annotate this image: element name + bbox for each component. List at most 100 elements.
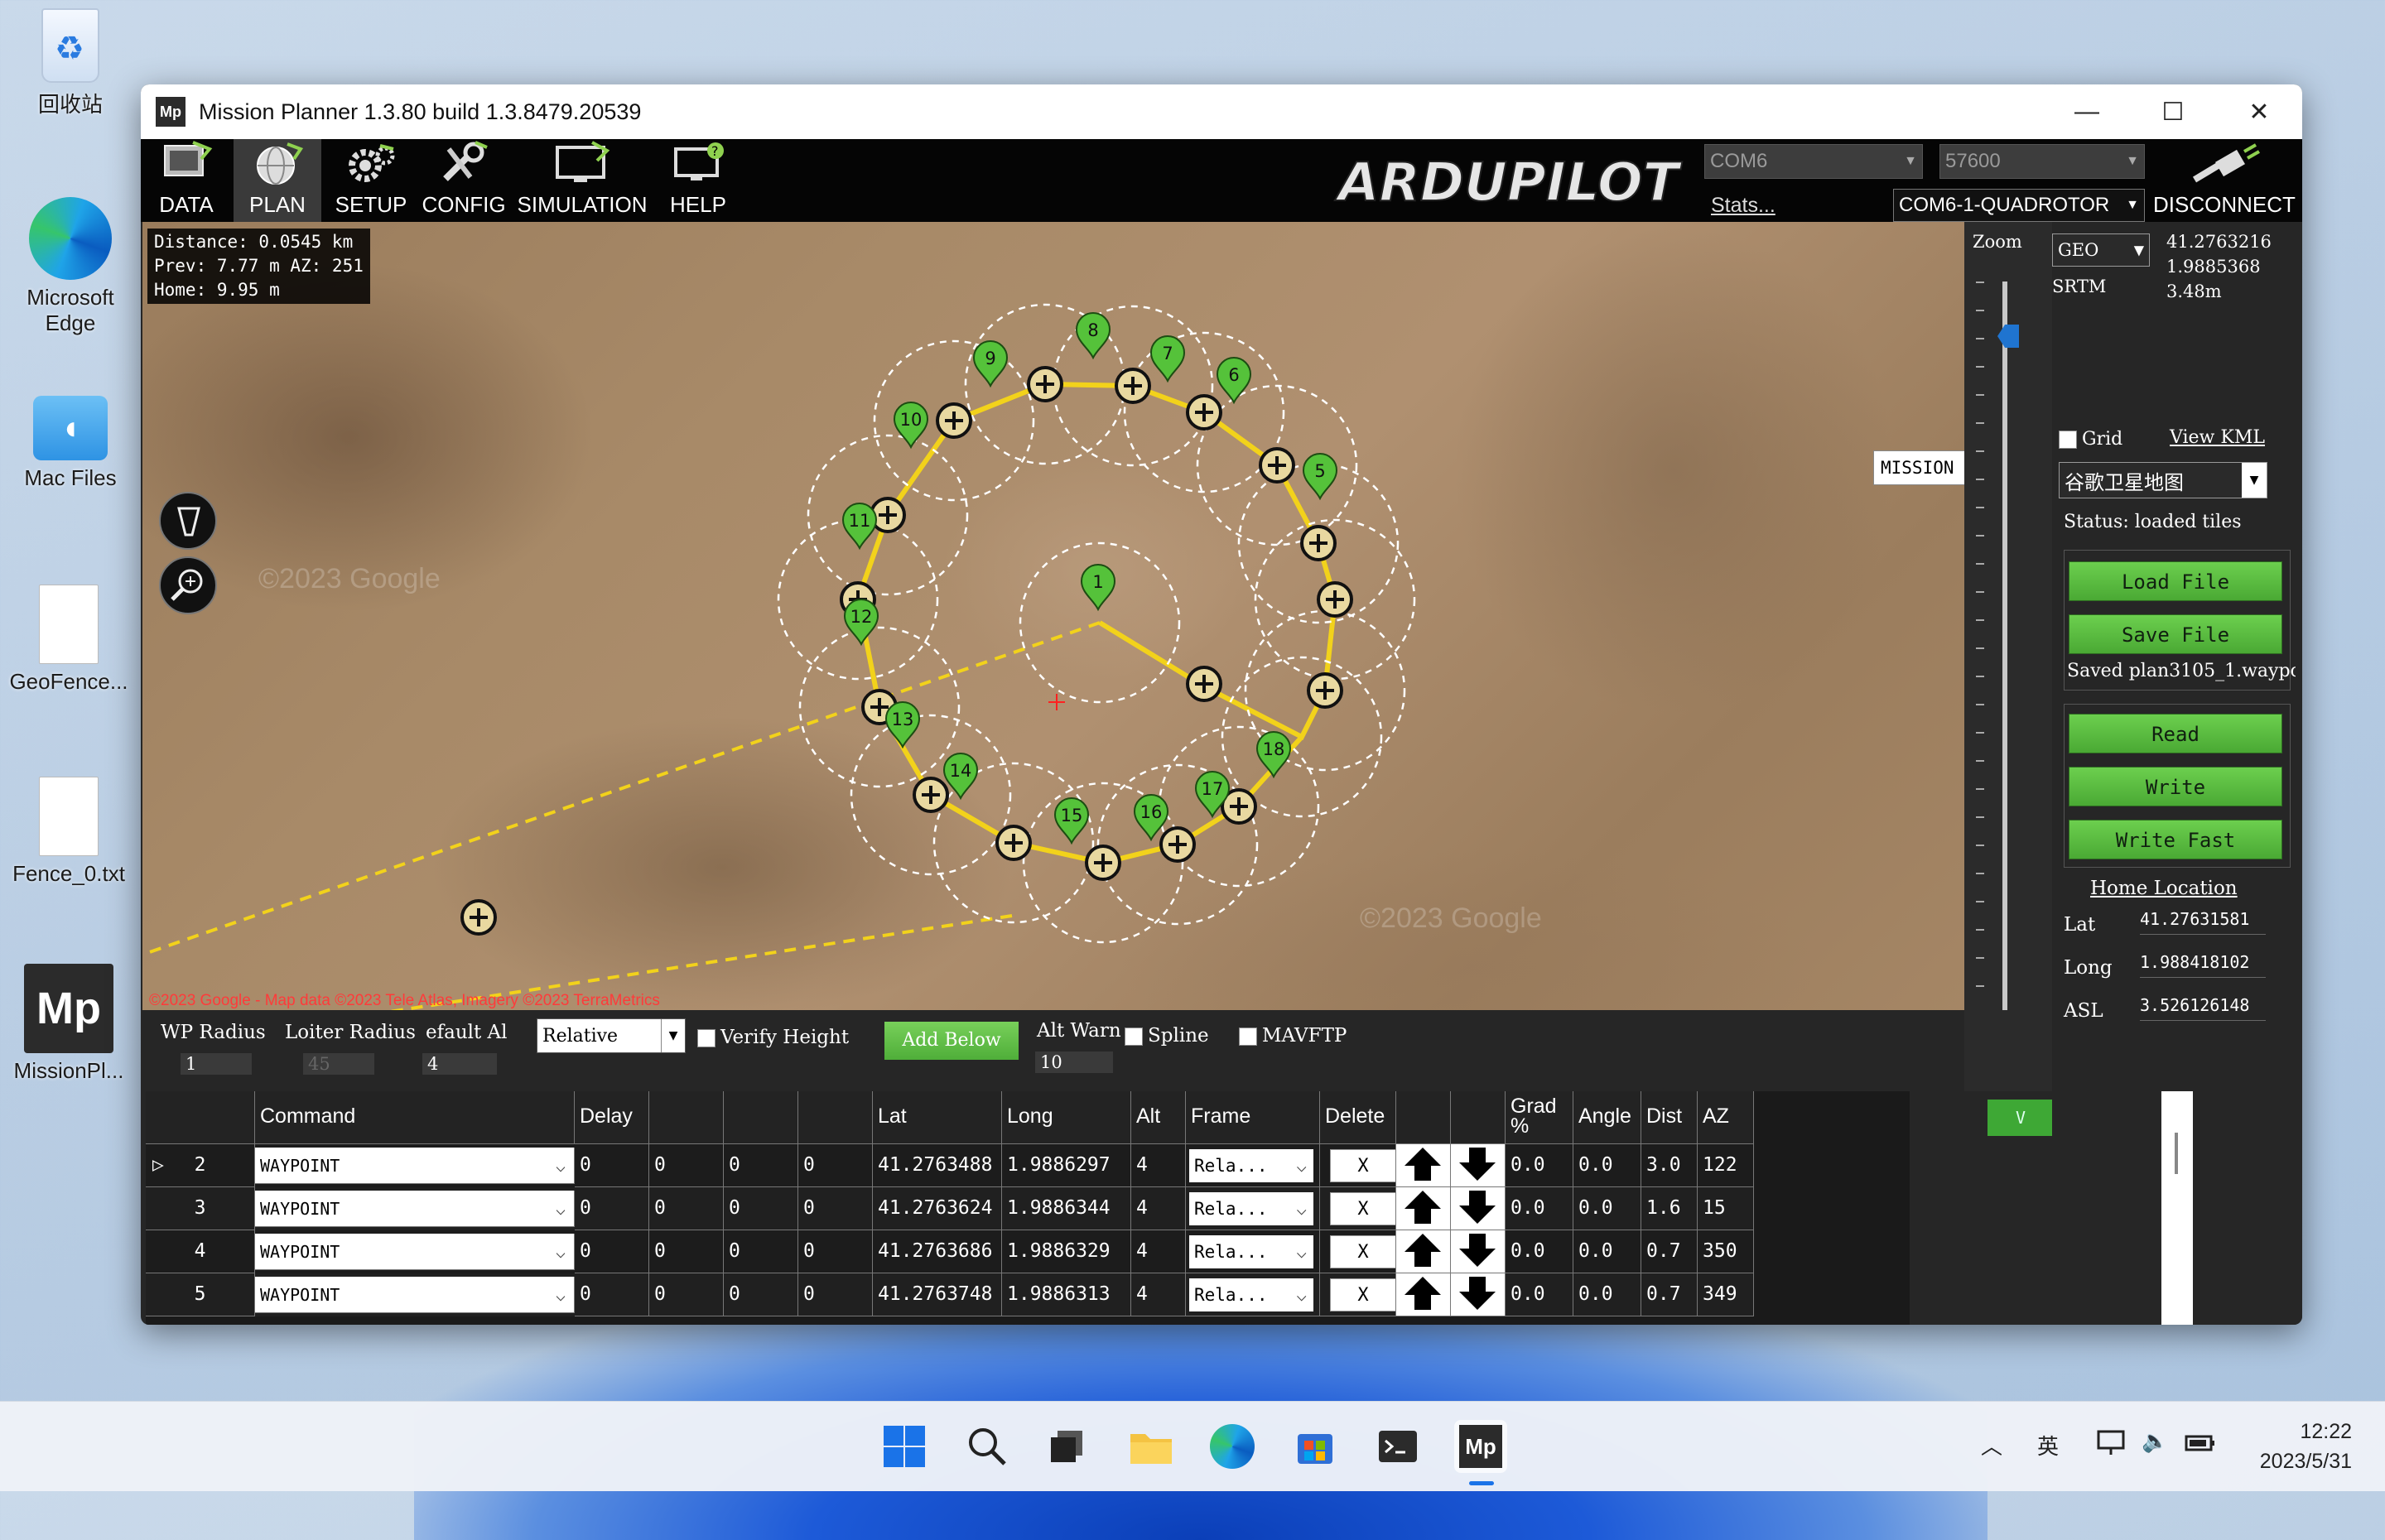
load-file-button[interactable]: Load File — [2069, 561, 2282, 601]
grid-checkbox[interactable]: Grid — [2059, 429, 2122, 450]
map-type-select[interactable]: 谷歌卫星地图 ▼ — [2059, 462, 2267, 498]
menu-simulation[interactable]: SIMULATION — [513, 139, 651, 222]
desktop-icon-mac-files[interactable]: ◖ Mac Files — [8, 396, 132, 491]
column-header[interactable] — [1396, 1091, 1451, 1144]
alt-warn-input[interactable]: 10 — [1035, 1052, 1113, 1073]
mission-type-select[interactable]: MISSION ▼ — [1873, 450, 1964, 485]
tray-overflow-chevron[interactable]: ︿ — [1981, 1430, 2002, 1461]
frame-select[interactable]: Rela... ⌵ — [1186, 1187, 1320, 1230]
close-button[interactable]: ✕ — [2216, 84, 2302, 139]
desktop-icon-geofence[interactable]: GeoFence... — [7, 585, 131, 695]
table-cell-lat[interactable]: 41.2763748 — [873, 1273, 1002, 1316]
port-select[interactable]: COM6 ▼ — [1704, 144, 1923, 179]
delete-cell[interactable]: X — [1320, 1273, 1396, 1316]
table-cell-p2[interactable]: 0 — [649, 1144, 724, 1187]
row-header[interactable]: 5 — [146, 1273, 255, 1316]
table-cell-p2[interactable]: 0 — [649, 1230, 724, 1273]
wp-markers[interactable] — [460, 366, 1353, 936]
stats-link[interactable]: Stats... — [1711, 194, 1776, 218]
system-clock[interactable]: 12:22 2023/5/31 — [2260, 1417, 2352, 1476]
table-cell-p4[interactable]: 0 — [798, 1273, 873, 1316]
table-cell-lng[interactable]: 1.9886313 — [1002, 1273, 1131, 1316]
table-cell-p4[interactable]: 0 — [798, 1230, 873, 1273]
table-cell-p1[interactable]: 0 — [575, 1273, 649, 1316]
table-cell-p3[interactable]: 0 — [724, 1273, 798, 1316]
table-cell-p1[interactable]: 0 — [575, 1230, 649, 1273]
column-header[interactable] — [649, 1091, 724, 1144]
table-cell-lng[interactable]: 1.9886329 — [1002, 1230, 1131, 1273]
command-select[interactable]: WAYPOINT ⌵ — [255, 1148, 575, 1184]
table-cell-p1[interactable]: 0 — [575, 1144, 649, 1187]
column-header[interactable]: AZ — [1698, 1091, 1754, 1144]
mission-overlay[interactable]: 1 5 6 7 8 9 10 11 12 13 14 15 16 17 18 ©… — [142, 222, 1964, 1010]
move-up-button[interactable] — [1396, 1273, 1451, 1316]
move-down-button[interactable] — [1451, 1144, 1506, 1187]
waypoint-pins[interactable]: 1 5 6 7 8 9 10 11 12 13 14 15 16 17 18 — [841, 312, 1338, 845]
table-cell-alt[interactable]: 4 — [1131, 1230, 1186, 1273]
table-cell-p3[interactable]: 0 — [724, 1187, 798, 1230]
command-select[interactable]: WAYPOINT ⌵ — [255, 1191, 575, 1227]
table-cell-p4[interactable]: 0 — [798, 1144, 873, 1187]
frame-select[interactable]: Rela... ⌵ — [1186, 1144, 1320, 1187]
desktop-icon-recycle-bin[interactable]: ♻ 回收站 — [8, 8, 132, 118]
column-header[interactable] — [724, 1091, 798, 1144]
table-cell-p2[interactable]: 0 — [649, 1273, 724, 1316]
table-scrollbar[interactable] — [2161, 1091, 2193, 1325]
table-cell-alt[interactable]: 4 — [1131, 1187, 1186, 1230]
volume-icon[interactable]: 🔈 — [2142, 1428, 2168, 1454]
menu-config[interactable]: CONFIG — [419, 139, 508, 222]
zoom-slider-thumb[interactable] — [1997, 325, 2019, 348]
explorer-button[interactable] — [1125, 1420, 1178, 1473]
mission-map[interactable]: 1 5 6 7 8 9 10 11 12 13 14 15 16 17 18 ©… — [142, 222, 1964, 1010]
column-header[interactable]: Frame — [1186, 1091, 1320, 1144]
table-cell-alt[interactable]: 4 — [1131, 1273, 1186, 1316]
table-cell-alt[interactable]: 4 — [1131, 1144, 1186, 1187]
command-select[interactable]: WAYPOINT ⌵ — [255, 1277, 575, 1313]
coord-type-select[interactable]: GEO ▼ — [2052, 233, 2150, 267]
column-header[interactable] — [146, 1091, 255, 1144]
disconnect-button[interactable]: DISCONNECT — [2153, 139, 2296, 218]
row-header[interactable]: ▷ 2 — [146, 1144, 255, 1187]
column-header[interactable] — [1451, 1091, 1506, 1144]
delete-button[interactable]: X — [1330, 1278, 1395, 1311]
column-header[interactable]: Long — [1002, 1091, 1131, 1144]
move-down-button[interactable] — [1451, 1230, 1506, 1273]
store-button[interactable] — [1289, 1420, 1342, 1473]
maximize-button[interactable]: ☐ — [2130, 84, 2216, 139]
delete-button[interactable]: X — [1330, 1192, 1395, 1225]
delete-cell[interactable]: X — [1320, 1187, 1396, 1230]
table-cell-lng[interactable]: 1.9886344 — [1002, 1187, 1131, 1230]
column-header[interactable]: Alt — [1131, 1091, 1186, 1144]
table-cell-p2[interactable]: 0 — [649, 1187, 724, 1230]
frame-select[interactable]: Rela... ⌵ — [1186, 1273, 1320, 1316]
home-location-link[interactable]: Home Location — [2090, 878, 2238, 899]
table-cell-p3[interactable]: 0 — [724, 1230, 798, 1273]
table-cell-lng[interactable]: 1.9886297 — [1002, 1144, 1131, 1187]
menu-data[interactable]: DATA — [141, 139, 232, 222]
table-row[interactable]: 4 WAYPOINT ⌵ 0 0 0 0 41.2763686 1.9886329 4 Rela..… — [146, 1230, 1754, 1273]
row-header[interactable]: 3 — [146, 1187, 255, 1230]
move-up-button[interactable] — [1396, 1144, 1451, 1187]
column-header[interactable]: Delay — [575, 1091, 649, 1144]
column-header[interactable]: Command — [255, 1091, 575, 1144]
start-button[interactable] — [878, 1420, 931, 1473]
scrollbar-thumb[interactable] — [2175, 1133, 2178, 1174]
table-row[interactable]: 3 WAYPOINT ⌵ 0 0 0 0 41.2763624 1.9886344 4 Rela..… — [146, 1187, 1754, 1230]
move-up-button[interactable] — [1396, 1230, 1451, 1273]
wp-radius-input[interactable]: 1 — [181, 1053, 252, 1075]
table-cell-p4[interactable]: 0 — [798, 1187, 873, 1230]
table-row[interactable]: ▷ 2 WAYPOINT ⌵ 0 0 0 0 41.2763488 1.9886297 4 Rela.… — [146, 1144, 1754, 1187]
delete-button[interactable]: X — [1330, 1235, 1395, 1268]
add-below-button[interactable]: Add Below — [884, 1022, 1019, 1060]
read-button[interactable]: Read — [2069, 714, 2282, 753]
row-header[interactable]: 4 — [146, 1230, 255, 1273]
v-button[interactable]: V — [1988, 1100, 2054, 1136]
home-asl-input[interactable]: 3.526126148 — [2140, 995, 2266, 1021]
battery-icon[interactable] — [2183, 1427, 2218, 1465]
move-down-button[interactable] — [1451, 1273, 1506, 1316]
command-select[interactable]: WAYPOINT ⌵ — [255, 1234, 575, 1270]
zoom-slider-track[interactable] — [2002, 282, 2007, 1010]
missionplanner-taskbar-button[interactable]: Mp — [1454, 1420, 1507, 1473]
column-header[interactable]: Grad % — [1506, 1091, 1573, 1144]
menu-help[interactable]: ? HELP — [654, 139, 742, 222]
